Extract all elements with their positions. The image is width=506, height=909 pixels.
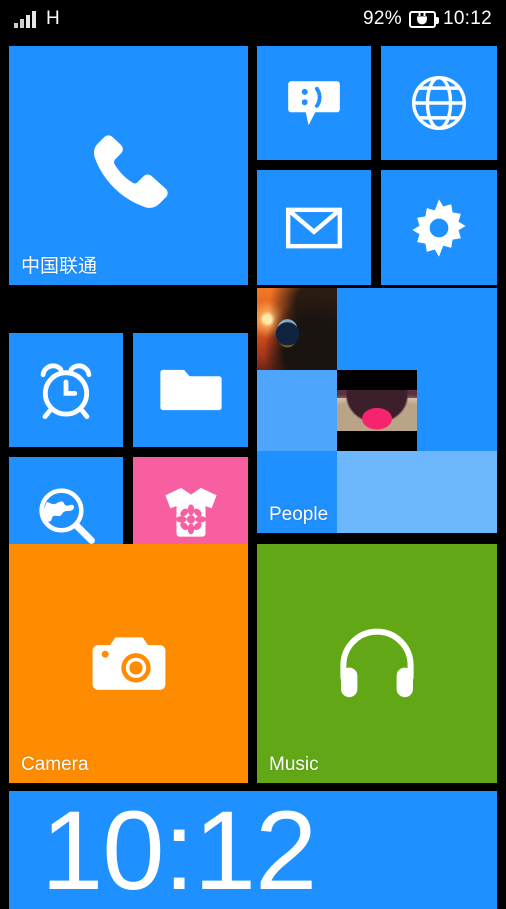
alarm-clock-icon xyxy=(9,333,123,447)
portrait-pink-mask-photo xyxy=(337,370,417,452)
tile-people-label: People xyxy=(269,505,328,526)
status-bar-left: H xyxy=(14,8,60,30)
people-mosaic xyxy=(257,288,497,533)
tile-alarm[interactable] xyxy=(9,333,123,447)
headphones-icon xyxy=(257,544,497,783)
tile-phone[interactable]: 中国联通 xyxy=(9,46,248,285)
signal-bars-icon xyxy=(14,10,36,28)
battery-percent-label: 92% xyxy=(363,8,402,30)
tile-settings[interactable] xyxy=(381,170,497,285)
folder-icon xyxy=(133,333,248,447)
tile-music[interactable]: Music xyxy=(257,544,497,783)
tile-clock[interactable]: 10:12 xyxy=(9,791,497,909)
message-bubble-icon xyxy=(257,46,371,160)
globe-icon xyxy=(381,46,497,160)
mosaic-cell xyxy=(417,370,497,452)
tile-grid: 中国联通 xyxy=(0,38,506,900)
gear-icon xyxy=(381,170,497,285)
mosaic-cell xyxy=(417,451,497,533)
phone-handset-icon xyxy=(9,46,248,285)
battery-charging-icon xyxy=(409,11,436,28)
tile-messaging[interactable] xyxy=(257,46,371,160)
tile-phone-label: 中国联通 xyxy=(21,257,97,278)
tile-email[interactable] xyxy=(257,170,371,285)
status-bar[interactable]: H 92% 10:12 xyxy=(0,0,506,38)
tile-people[interactable]: People xyxy=(257,288,497,533)
network-type-label: H xyxy=(46,8,60,30)
mosaic-cell xyxy=(417,288,497,370)
tile-camera[interactable]: Camera xyxy=(9,544,248,783)
clock-tile-time: 10:12 xyxy=(41,795,316,907)
tile-files[interactable] xyxy=(133,333,248,447)
status-bar-clock: 10:12 xyxy=(443,8,492,30)
camera-icon xyxy=(9,544,248,783)
status-bar-right: 92% 10:12 xyxy=(363,8,492,30)
sunset-crystal-ball-photo xyxy=(257,288,337,370)
mosaic-cell xyxy=(337,288,417,370)
tile-browser[interactable] xyxy=(381,46,497,160)
tile-camera-label: Camera xyxy=(21,755,89,776)
mosaic-cell xyxy=(337,451,417,533)
plug-glyph xyxy=(416,13,429,25)
tile-music-label: Music xyxy=(269,755,319,776)
envelope-icon xyxy=(257,170,371,285)
mosaic-cell xyxy=(257,370,337,452)
